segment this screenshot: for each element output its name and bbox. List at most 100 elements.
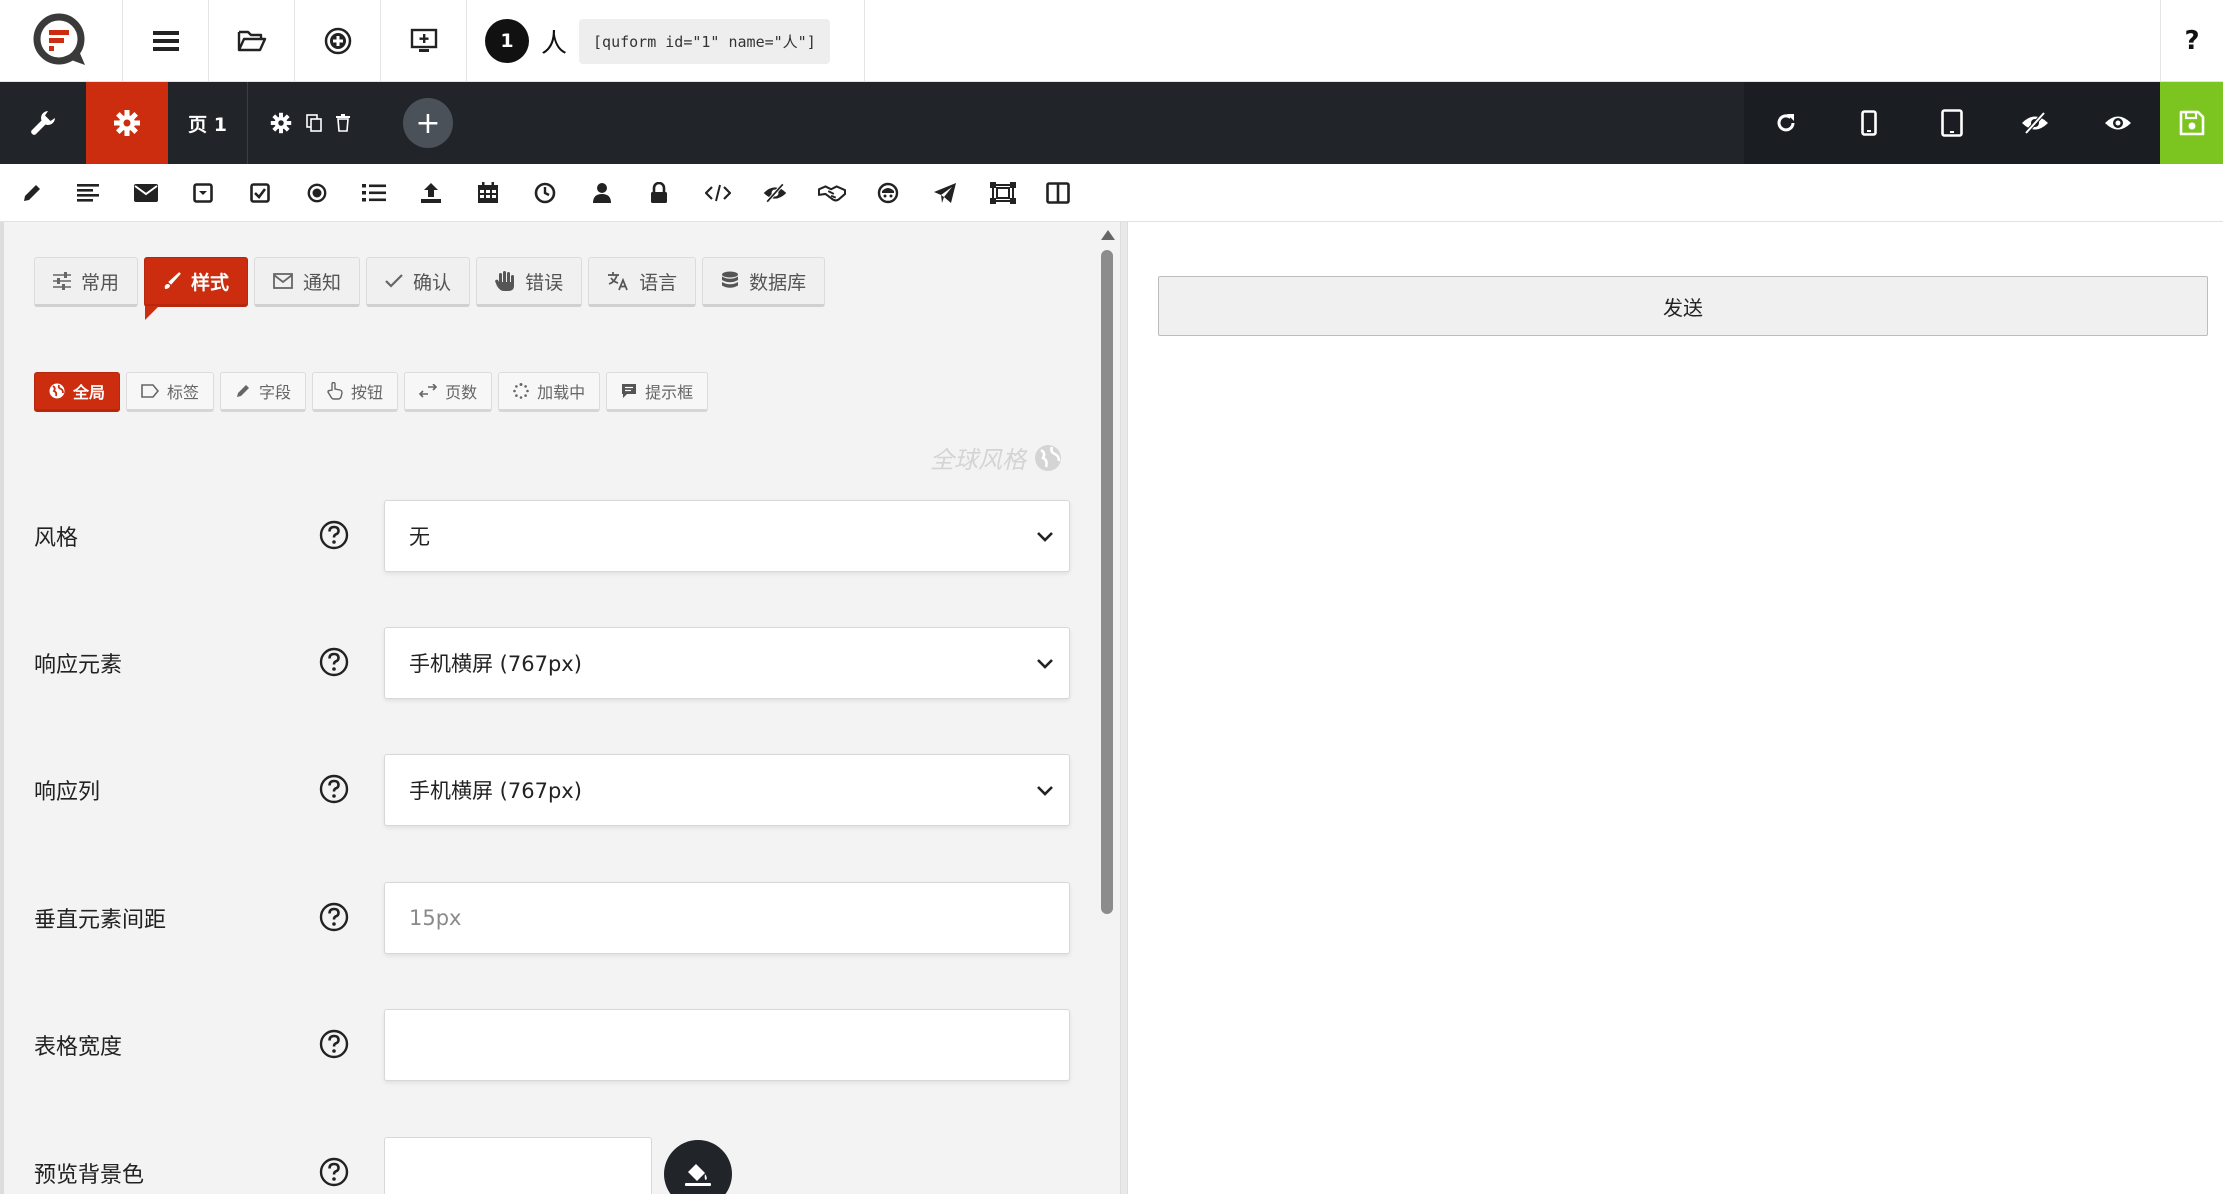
tab-general[interactable]: 常用 [34,257,139,307]
subtab-pages[interactable]: 页数 [404,372,493,412]
add-page-label: + [403,98,453,148]
help-circle-icon[interactable] [319,647,349,677]
tab-label: 语言 [639,271,678,294]
subtab-label: 全局 [73,383,106,402]
setting-row-vertical-spacing: 垂直元素间距 15px [34,882,1074,954]
align-left-icon [77,184,99,202]
object-group-icon [990,182,1016,204]
form-width-label: 表格宽度 [34,1035,123,1060]
help-circle-icon[interactable] [319,1157,349,1187]
add-form-button[interactable] [295,0,381,82]
group-element-button[interactable] [989,179,1017,207]
duplicate-page-icon[interactable] [306,114,322,132]
recaptcha-element-button[interactable] [874,179,902,207]
tab-label: 样式 [191,271,230,294]
radio-element-button[interactable] [303,179,331,207]
checkbox-icon [250,183,270,203]
password-element-button[interactable] [645,179,673,207]
form-settings-button[interactable] [86,82,168,164]
add-page-button[interactable]: + [402,82,454,164]
reload-preview-button[interactable] [1744,82,1827,164]
subtab-fields[interactable]: 字段 [220,372,307,412]
select-element-button[interactable] [189,179,217,207]
save-button[interactable] [2160,82,2223,164]
multiselect-element-button[interactable] [360,179,388,207]
pointer-icon [327,382,343,400]
pencil-icon [237,385,250,397]
page-tab[interactable]: 页 1 [168,82,248,164]
vertical-spacing-input[interactable]: 15px [384,882,1070,954]
tab-confirmations[interactable]: 确认 [366,257,471,307]
help-circle-icon[interactable] [319,1029,349,1059]
column-element-button[interactable] [1044,179,1072,207]
settings-scrollbar[interactable] [1094,222,1120,1194]
name-element-button[interactable] [588,179,616,207]
floppy-disk-icon [2179,110,2204,136]
submit-button[interactable]: 发送 [1158,276,2208,336]
subtab-label: 字段 [259,383,292,402]
columns-icon [1046,182,1070,204]
help-circle-icon[interactable] [319,902,349,932]
preview-screen-button[interactable] [381,0,467,82]
paintbrush-icon [164,272,181,289]
subtab-labels[interactable]: 标签 [126,372,215,412]
lock-icon [651,182,667,203]
tab-label: 确认 [413,271,452,294]
tablet-preview-button[interactable] [1910,82,1993,164]
captcha-element-button[interactable] [818,179,846,207]
tab-errors[interactable]: 错误 [476,257,583,307]
form-settings-bar: 页 1 + [0,82,2223,164]
help-circle-icon[interactable] [319,520,349,550]
scroll-up-arrow[interactable] [1101,230,1115,240]
tab-notifications[interactable]: 通知 [254,257,361,307]
open-forms-button[interactable] [209,0,295,82]
email-element-button[interactable] [132,179,160,207]
menu-button[interactable] [123,0,209,82]
style-select[interactable]: 无 [384,500,1070,572]
style-select-value: 无 [409,525,430,549]
text-element-button[interactable] [18,179,46,207]
page-settings-gear-icon[interactable] [270,112,292,134]
tab-style[interactable]: 样式 [144,257,249,320]
form-width-input[interactable] [384,1009,1070,1081]
hamburger-icon [152,31,179,51]
form-tools-button[interactable] [0,82,86,164]
form-id-badge: 1 [485,19,529,63]
show-preview-button[interactable] [2076,82,2159,164]
checkbox-element-button[interactable] [246,179,274,207]
subtab-tooltips[interactable]: 提示框 [606,372,709,412]
tab-label: 错误 [525,271,564,294]
panel-resize-handle[interactable] [1120,222,1128,1194]
list-icon [362,184,386,202]
subtab-loading[interactable]: 加载中 [498,372,601,412]
scroll-thumb[interactable] [1101,250,1113,914]
help-circle-icon[interactable] [319,774,349,804]
date-element-button[interactable] [474,179,502,207]
preview-bg-color-input[interactable] [384,1137,652,1194]
chevron-down-icon [1037,532,1053,542]
folder-open-icon [237,30,266,52]
trash-icon[interactable] [336,114,350,132]
responsive-elements-select[interactable]: 手机横屏 (767px) [384,627,1070,699]
mobile-icon [1860,110,1877,136]
file-upload-element-button[interactable] [417,179,445,207]
hidden-element-button[interactable] [761,179,789,207]
hide-preview-button[interactable] [1993,82,2076,164]
subtab-buttons[interactable]: 按钮 [312,372,399,412]
submit-element-button[interactable] [931,179,959,207]
database-icon [722,271,739,288]
clock-icon [534,182,556,204]
tab-language[interactable]: 语言 [588,257,697,307]
responsive-columns-select[interactable]: 手机横屏 (767px) [384,754,1070,826]
help-button[interactable]: ? [2160,0,2223,82]
quform-logo[interactable] [0,0,123,82]
mobile-preview-button[interactable] [1827,82,1910,164]
chevron-down-icon [1037,659,1053,669]
html-element-button[interactable] [704,179,732,207]
textarea-element-button[interactable] [75,179,103,207]
robot-face-icon [877,182,899,204]
tab-database[interactable]: 数据库 [702,257,826,307]
time-element-button[interactable] [531,179,559,207]
subtab-global[interactable]: 全局 [34,372,121,412]
form-shortcode[interactable]: [quform id="1" name="人"] [579,18,830,64]
